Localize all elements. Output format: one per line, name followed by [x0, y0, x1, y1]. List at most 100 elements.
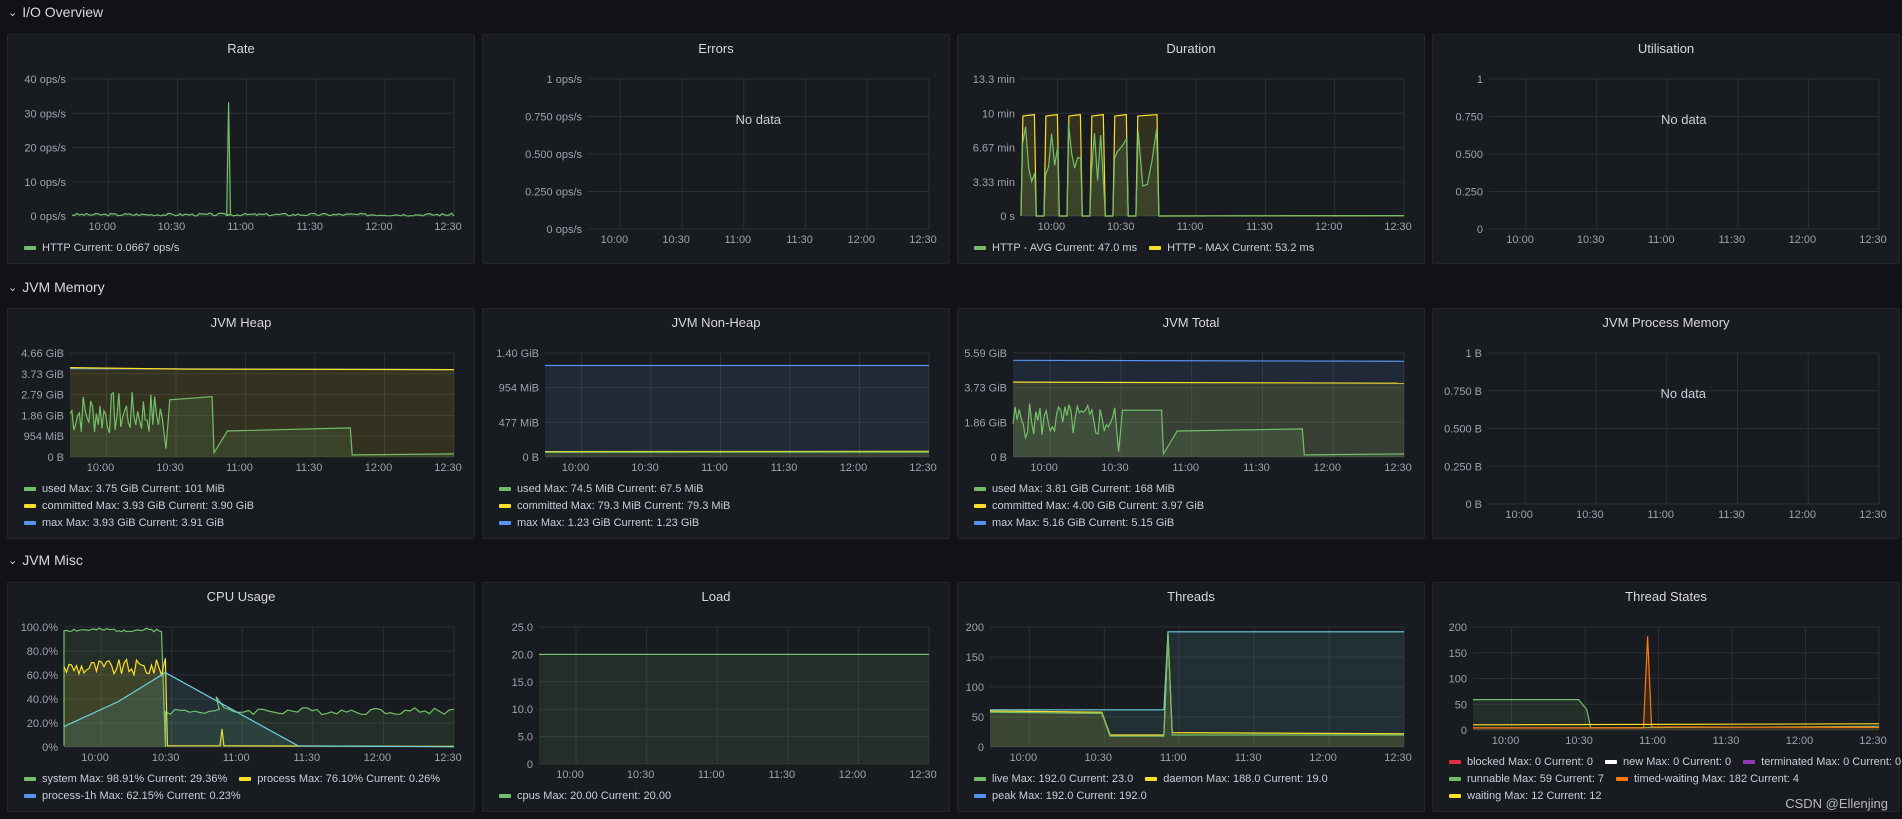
y-tick-label: 50	[972, 712, 984, 724]
legend-line: max Max: 5.16 GiB Current: 5.15 GiB	[974, 514, 1418, 531]
panel-utilisation[interactable]: Utilisation 1 0.750 0.500 0.250 0 10:00 10:30 11…	[1432, 34, 1900, 264]
legend-item[interactable]: system Max: 98.91% Current: 29.36%	[24, 773, 227, 785]
chart-canvas[interactable]: 13.3 min 10 min 6.67 min 3.33 min 0 s 10:00 10…	[958, 35, 1426, 265]
y-tick-label: 0.250	[1455, 187, 1483, 199]
panel-threads[interactable]: Threads 200 150 100 50 0 10:00 10:30 11:00 11:30 1…	[957, 582, 1425, 812]
legend-label: committed Max: 3.93 GiB Current: 3.90 Gi…	[42, 499, 255, 512]
y-tick-label: 200	[1449, 622, 1467, 634]
legend-item[interactable]: max Max: 1.23 GiB Current: 1.23 GiB	[499, 517, 699, 529]
legend-item[interactable]: process-1h Max: 62.15% Current: 0.23%	[24, 790, 241, 802]
panel-cpu-usage[interactable]: CPU Usage 100.0% 80.0% 60.0% 40.0% 20.0% 0% 10:…	[7, 582, 475, 812]
y-tick-label: 0.250 ops/s	[525, 187, 582, 199]
legend-item[interactable]: cpus Max: 20.00 Current: 20.00	[499, 790, 671, 802]
y-tick-label: 100	[966, 682, 984, 694]
panel-jvm-total[interactable]: JVM Total 5.59 GiB 3.73 GiB 1.86 GiB 0 B 10:0…	[957, 308, 1425, 539]
legend-line: HTTP - AVG Current: 47.0 ms HTTP - MAX Cu…	[974, 239, 1418, 256]
legend-item[interactable]: max Max: 3.93 GiB Current: 3.91 GiB	[24, 517, 224, 529]
chart-canvas[interactable]: 40 ops/s 30 ops/s 20 ops/s 10 ops/s 0 ops/s 1…	[8, 35, 476, 265]
legend-item[interactable]: daemon Max: 188.0 Current: 19.0	[1145, 772, 1328, 785]
y-tick-label: 3.73 GiB	[964, 383, 1007, 395]
y-tick-label: 3.33 min	[973, 177, 1015, 189]
legend-item[interactable]: waiting Max: 12 Current: 12	[1449, 790, 1602, 802]
y-tick-label: 30 ops/s	[24, 108, 66, 120]
legend-item[interactable]: terminated Max: 0 Current: 0	[1743, 756, 1901, 768]
y-tick-label: 100	[1449, 674, 1467, 686]
row-io-overview[interactable]: ⌄ I/O Overview	[8, 1, 103, 23]
y-tick-label: 15.0	[512, 677, 533, 689]
y-tick-label: 1.86 GiB	[21, 410, 64, 422]
x-tick-label: 10:30	[1577, 234, 1605, 246]
x-tick-label: 12:30	[1859, 234, 1887, 246]
x-tick-label: 10:30	[1084, 752, 1112, 764]
x-tick-label: 11:00	[226, 462, 253, 474]
y-tick-label: 0.750 B	[1444, 386, 1482, 398]
panel-duration[interactable]: Duration 13.3 min 10 min 6.67 min 3.33 min 0 …	[957, 34, 1425, 264]
x-tick-label: 11:00	[1639, 735, 1666, 747]
y-tick-label: 0	[978, 742, 984, 754]
panel-rate[interactable]: Rate 40 ops/s 30 ops/s 20 ops/s 10 ops/s 0 op…	[7, 34, 475, 264]
legend-color-swatch	[499, 520, 511, 525]
legend: HTTP - AVG Current: 47.0 ms HTTP - MAX Cu…	[974, 239, 1418, 256]
y-tick-label: 0 s	[1000, 211, 1015, 223]
chart-canvas[interactable]: 1 ops/s 0.750 ops/s 0.500 ops/s 0.250 ops/s…	[483, 35, 951, 265]
y-tick-label: 1.86 GiB	[964, 417, 1007, 429]
legend-item[interactable]: live Max: 192.0 Current: 23.0	[974, 773, 1133, 785]
legend-item[interactable]: timed-waiting Max: 182 Current: 4	[1615, 772, 1800, 785]
chevron-down-icon: ⌄	[8, 6, 18, 19]
legend-label: waiting Max: 12 Current: 12	[1467, 789, 1602, 802]
legend-item[interactable]: used Max: 3.81 GiB Current: 168 MiB	[974, 483, 1175, 495]
x-tick-label: 10:30	[1107, 221, 1135, 233]
legend: used Max: 3.75 GiB Current: 101 MiB commi…	[24, 480, 468, 531]
panel-thread-states[interactable]: Thread States 200 150 100 50 0 10:00 10:30 11:00…	[1432, 582, 1901, 812]
x-tick-label: 11:30	[293, 752, 320, 764]
legend-item[interactable]: committed Max: 79.3 MiB Current: 79.3 Mi…	[499, 500, 730, 512]
legend-line: committed Max: 4.00 GiB Current: 3.97 Gi…	[974, 497, 1418, 514]
legend-label: HTTP - AVG Current: 47.0 ms	[992, 241, 1138, 254]
y-tick-label: 40 ops/s	[24, 74, 66, 86]
x-tick-label: 10:30	[1576, 509, 1604, 521]
legend-item[interactable]: blocked Max: 0 Current: 0	[1449, 756, 1593, 768]
legend-item[interactable]: process Max: 76.10% Current: 0.26%	[239, 773, 440, 785]
legend-color-swatch	[1615, 776, 1628, 781]
legend-item[interactable]: committed Max: 4.00 GiB Current: 3.97 Gi…	[974, 500, 1204, 512]
x-tick-label: 11:00	[724, 234, 751, 246]
x-tick-label: 10:30	[662, 234, 690, 246]
y-tick-label: 2.79 GiB	[21, 390, 64, 402]
legend-item[interactable]: peak Max: 192.0 Current: 192.0	[974, 790, 1147, 802]
legend-item[interactable]: new Max: 0 Current: 0	[1604, 756, 1731, 768]
panel-load[interactable]: Load 25.0 20.0 15.0 10.0 5.0 0 10:00 10:30 11:00 1…	[482, 582, 950, 812]
legend-color-swatch	[239, 776, 252, 781]
legend-label: timed-waiting Max: 182 Current: 4	[1633, 772, 1800, 785]
x-tick-label: 10:00	[89, 221, 117, 233]
panel-jvm-heap[interactable]: JVM Heap 4.66 GiB 3.73 GiB 2.79 GiB 1.86 GiB…	[7, 308, 475, 539]
legend-label: daemon Max: 188.0 Current: 19.0	[1163, 772, 1328, 785]
series-cpus-line-area	[539, 654, 929, 764]
legend-item[interactable]: HTTP - AVG Current: 47.0 ms	[974, 242, 1137, 254]
legend-item[interactable]: HTTP Current: 0.0667 ops/s	[24, 242, 179, 254]
y-tick-label: 954 MiB	[499, 383, 539, 395]
y-tick-label: 40.0%	[27, 694, 58, 706]
legend-item[interactable]: runnable Max: 59 Current: 7	[1449, 773, 1604, 785]
panel-errors[interactable]: Errors 1 ops/s 0.750 ops/s 0.500 ops/s 0.250…	[482, 34, 950, 264]
x-tick-label: 10:00	[1492, 735, 1520, 747]
legend-item[interactable]: committed Max: 3.93 GiB Current: 3.90 Gi…	[24, 500, 254, 512]
row-jvm-misc[interactable]: ⌄ JVM Misc	[8, 549, 83, 571]
x-tick-label: 12:30	[434, 462, 462, 474]
y-tick-label: 1.40 GiB	[496, 348, 539, 360]
panel-jvm-non-heap[interactable]: JVM Non-Heap 1.40 GiB 954 MiB 477 MiB 0 B 10:…	[482, 308, 950, 539]
x-tick-label: 12:30	[434, 752, 462, 764]
chart-canvas[interactable]: 25.0 20.0 15.0 10.0 5.0 0 10:00 10:30 11:00 11:30…	[483, 583, 951, 813]
chart-canvas[interactable]: 1 0.750 0.500 0.250 0 10:00 10:30 11:00 11:30 12:…	[1433, 35, 1901, 265]
y-tick-label: 0.750	[1455, 112, 1483, 124]
legend-item[interactable]: used Max: 3.75 GiB Current: 101 MiB	[24, 483, 225, 495]
panel-jvm-process-memory[interactable]: JVM Process Memory 1 B 0.750 B 0.500 B 0.250…	[1432, 308, 1900, 539]
x-tick-label: 12:00	[840, 462, 868, 474]
legend-item[interactable]: HTTP - MAX Current: 53.2 ms	[1149, 242, 1314, 254]
legend-item[interactable]: used Max: 74.5 MiB Current: 67.5 MiB	[499, 483, 703, 495]
x-tick-label: 10:30	[1101, 462, 1129, 474]
legend-line: used Max: 3.81 GiB Current: 168 MiB	[974, 480, 1418, 497]
legend-item[interactable]: max Max: 5.16 GiB Current: 5.15 GiB	[974, 517, 1174, 529]
chart-canvas[interactable]: 1 B 0.750 B 0.500 B 0.250 B 0 B 10:00 10:30 11:…	[1433, 309, 1901, 540]
x-tick-label: 10:00	[1010, 752, 1038, 764]
row-jvm-memory[interactable]: ⌄ JVM Memory	[8, 276, 105, 298]
